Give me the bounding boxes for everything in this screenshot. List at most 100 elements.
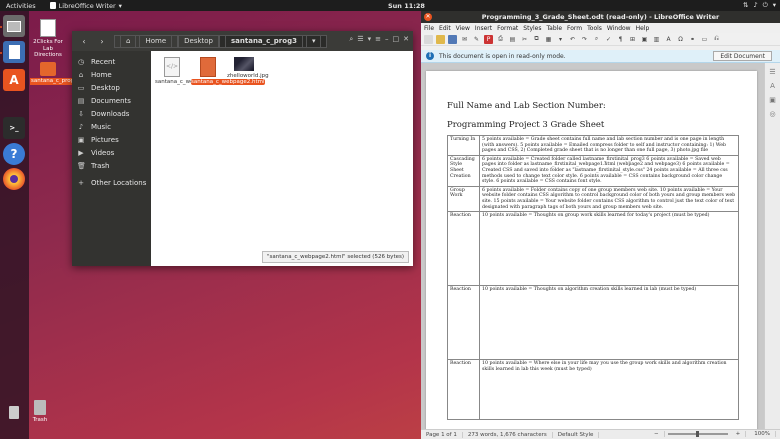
paste-icon[interactable]: ▦ (544, 35, 553, 44)
menu-window[interactable]: Window (607, 25, 631, 32)
status-bar: Page 1 of 1 273 words, 1,676 characters … (421, 429, 780, 439)
sidebar-item-label: Videos (91, 148, 115, 157)
sidebar-item-desktop[interactable]: ▭ Desktop (72, 81, 151, 94)
menu-format[interactable]: Format (497, 25, 518, 32)
open-icon[interactable] (436, 34, 445, 44)
edit-file-icon[interactable]: ✎ (472, 35, 481, 44)
hyperlink-icon[interactable]: ⚭ (688, 35, 697, 44)
desktop-icon-trash[interactable]: Trash (22, 400, 58, 424)
menu-table[interactable]: Table (547, 25, 563, 32)
save-icon[interactable] (448, 34, 457, 44)
clone-icon[interactable]: ▾ (556, 35, 565, 44)
document-canvas[interactable]: Full Name and Lab Section Number: Progra… (421, 63, 764, 429)
minimize-icon[interactable]: – (385, 35, 389, 44)
breadcrumb-desktop[interactable]: Desktop (178, 34, 219, 48)
back-button[interactable]: ‹ (78, 35, 90, 47)
files-launcher[interactable] (3, 15, 25, 37)
forward-button[interactable]: › (96, 35, 108, 47)
writer-titlebar: ✕ Programming_3_Grade_Sheet.odt (read-on… (421, 11, 780, 23)
page-style[interactable]: Default Style (553, 431, 600, 438)
find-icon[interactable]: ⌕ (592, 35, 601, 44)
print-preview-icon[interactable]: ▤ (508, 35, 517, 44)
close-icon[interactable]: ✕ (403, 35, 409, 44)
word-count[interactable]: 273 words, 1,676 characters (463, 431, 553, 438)
track-changes-icon[interactable]: ⎌ (712, 35, 721, 44)
email-icon[interactable]: ✉ (460, 35, 469, 44)
image-icon[interactable]: ▣ (640, 35, 649, 44)
search-icon[interactable]: ⌕ (349, 35, 353, 44)
breadcrumb-current[interactable]: santana_c_prog3 ▾ (219, 34, 328, 48)
spelling-icon[interactable]: ✓ (604, 35, 613, 44)
zoom-level[interactable]: 100% (749, 431, 776, 437)
documents-icon: ▤ (77, 96, 85, 105)
sidebar-item-videos[interactable]: ▶ Videos (72, 146, 151, 159)
zoom-out-icon[interactable]: − (649, 431, 665, 437)
menu-styles[interactable]: Styles (523, 25, 541, 32)
music-icon: ♪ (78, 122, 84, 131)
menu-edit[interactable]: Edit (439, 25, 451, 32)
cut-icon[interactable]: ✂ (520, 35, 529, 44)
sidebar-item-downloads[interactable]: ⇩ Downloads (72, 107, 151, 120)
help-launcher[interactable]: ? (3, 143, 25, 165)
file-image[interactable]: zhelloworld.jpg (227, 57, 269, 80)
system-tray[interactable]: ⇅ ♪ ⏻ ▾ (743, 1, 776, 10)
special-char-icon[interactable]: Ω (676, 35, 685, 44)
writer-launcher[interactable] (3, 41, 25, 63)
new-icon[interactable] (424, 34, 433, 44)
file-webpage1[interactable]: </> santana_c_webpage1.html (155, 57, 229, 86)
view-list-icon[interactable]: ☰ (357, 35, 363, 44)
comment-icon[interactable]: ▭ (700, 35, 709, 44)
formatting-marks-icon[interactable]: ¶ (616, 35, 625, 44)
sidebar-item-recent[interactable]: ◷ Recent (72, 55, 151, 68)
sidebar-item-trash[interactable]: 🗑 Trash (72, 159, 151, 172)
desktop-icon-lab-directions[interactable]: 2Clicks For Lab Directions (30, 19, 66, 59)
undo-icon[interactable]: ↶ (568, 35, 577, 44)
sidebar-item-documents[interactable]: ▤ Documents (72, 94, 151, 107)
file-manager-header: ‹ › ⌂ Home Desktop santana_c_prog3 ▾ ⌕ ☰… (72, 31, 413, 51)
menu-file[interactable]: File (424, 25, 434, 32)
copy-icon[interactable]: ⧉ (532, 35, 541, 44)
chevron-down-icon: ▾ (118, 1, 122, 10)
software-launcher[interactable]: A (3, 69, 25, 91)
breadcrumb-home[interactable]: ⌂ Home (114, 34, 179, 48)
textbox-icon[interactable]: A (664, 35, 673, 44)
trash-icon (9, 405, 19, 419)
chevron-down-icon[interactable]: ▾ (368, 35, 372, 44)
print-icon[interactable]: ⎙ (496, 35, 505, 44)
menu-view[interactable]: View (456, 25, 470, 32)
properties-icon[interactable]: ☰ (768, 67, 778, 77)
page-count[interactable]: Page 1 of 1 (421, 431, 463, 438)
activities-button[interactable]: Activities (6, 2, 36, 10)
desktop-icon-project-folder[interactable]: santana_c_prog3 (30, 62, 79, 85)
export-pdf-icon[interactable]: P (484, 34, 493, 44)
table-icon[interactable]: ⊞ (628, 35, 637, 44)
menu-icon[interactable]: ≡ (375, 35, 381, 44)
zoom-in-icon[interactable]: + (731, 431, 747, 437)
row-label: Reaction (447, 211, 480, 287)
navigator-icon[interactable]: ◎ (768, 109, 778, 119)
redo-icon[interactable]: ↷ (580, 35, 589, 44)
gallery-icon[interactable]: ▣ (768, 95, 778, 105)
firefox-launcher[interactable] (3, 168, 25, 190)
row-label: Group Work (447, 185, 480, 213)
files-icon (7, 20, 21, 32)
sidebar-item-pictures[interactable]: ▣ Pictures (72, 133, 151, 146)
maximize-icon[interactable]: □ (393, 35, 400, 44)
menu-form[interactable]: Form (567, 25, 582, 32)
document-page[interactable]: Full Name and Lab Section Number: Progra… (426, 71, 757, 429)
sidebar-item-home[interactable]: ⌂ Home (72, 68, 151, 81)
chart-icon[interactable]: ▥ (652, 35, 661, 44)
terminal-launcher[interactable]: >_ (3, 117, 25, 139)
zoom-slider[interactable] (667, 431, 728, 437)
edit-document-button[interactable]: Edit Document (713, 51, 772, 61)
close-button[interactable]: ✕ (424, 13, 432, 21)
file-webpage2[interactable]: santana_c_webpage2.html (191, 57, 265, 86)
menu-tools[interactable]: Tools (587, 25, 602, 32)
menu-help[interactable]: Help (636, 25, 650, 32)
app-menu[interactable]: LibreOffice Writer ▾ (49, 1, 122, 10)
sidebar-item-music[interactable]: ♪ Music (72, 120, 151, 133)
menu-insert[interactable]: Insert (475, 25, 492, 32)
styles-icon[interactable]: A (768, 81, 778, 91)
sidebar-item-other-locations[interactable]: + Other Locations (72, 176, 151, 189)
clock[interactable]: Sun 11:28 (388, 2, 425, 10)
